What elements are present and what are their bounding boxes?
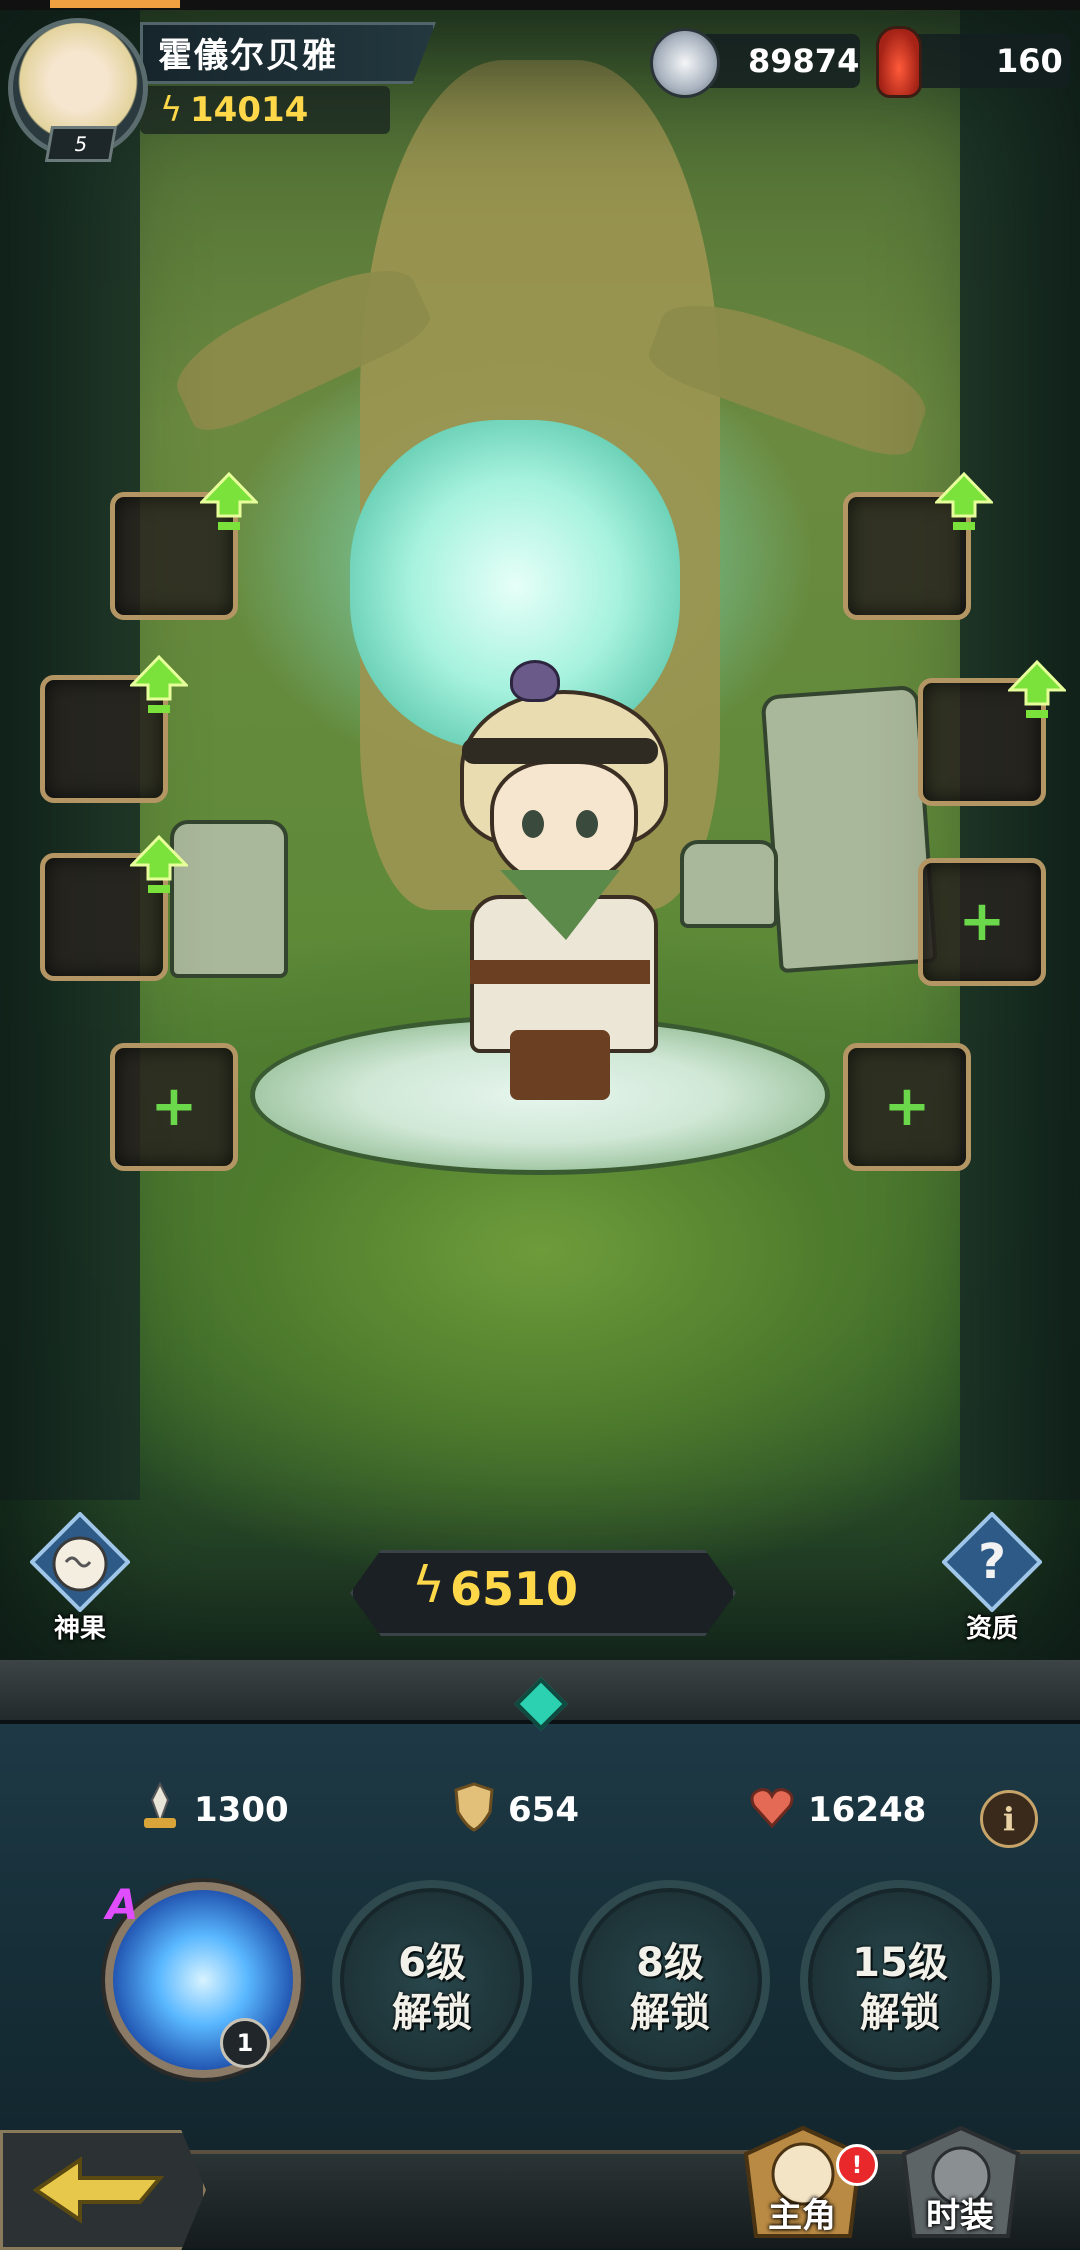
- attack-value: 1300: [194, 1790, 289, 1830]
- hero-notification-badge: !: [836, 2144, 878, 2186]
- aptitude-button[interactable]: ?: [941, 1511, 1043, 1613]
- aptitude-icon: ?: [941, 1511, 1043, 1613]
- player-name: 霍儀尔贝雅: [158, 36, 338, 76]
- unlock-label: 解锁: [392, 1990, 472, 2036]
- hero-headband: [462, 738, 658, 764]
- unlock-label: 解锁: [630, 1990, 710, 2036]
- potion-amount: 160: [996, 42, 1063, 80]
- back-arrow-icon: [32, 2156, 165, 2224]
- hero-power-value: 6510: [450, 1562, 579, 1616]
- add-plus-icon: +: [958, 889, 1006, 954]
- locked-skill-slot-2[interactable]: 8级 解锁: [570, 1880, 770, 2080]
- equip-slot-right-4-empty[interactable]: +: [843, 1043, 971, 1171]
- equip-slot-right-3-empty[interactable]: +: [918, 858, 1046, 986]
- hero-belt: [470, 960, 650, 984]
- silver-coin-icon: [650, 28, 720, 98]
- locked-skill-slot-1[interactable]: 6级 解锁: [332, 1880, 532, 2080]
- attack-icon: [138, 1781, 182, 1832]
- power-bolt-icon: ϟ: [160, 90, 183, 130]
- divine-fruit-icon: [29, 1511, 131, 1613]
- hero-character[interactable]: [440, 660, 680, 1100]
- skill-grade-badge: A: [106, 1880, 139, 1929]
- top-progress-bar: [0, 0, 1080, 10]
- defense-shield-icon: [452, 1782, 496, 1832]
- svg-text:?: ?: [978, 1534, 1006, 1590]
- potion-icon: [876, 26, 922, 98]
- tab-costume-label: 时装: [926, 2196, 994, 2236]
- hp-value: 16248: [808, 1790, 927, 1830]
- upgrade-arrow-icon: [128, 834, 190, 897]
- hp-heart-icon: [750, 1782, 794, 1832]
- divine-fruit-button[interactable]: [29, 1511, 131, 1613]
- player-level-badge: 5: [44, 126, 118, 162]
- silver-amount: 89874: [748, 42, 860, 80]
- hero-eye-right: [576, 810, 598, 838]
- upgrade-arrow-icon: [128, 654, 190, 717]
- hero-face: [490, 760, 638, 888]
- stats-info-button[interactable]: i: [980, 1790, 1038, 1848]
- purple-pet-icon: [510, 660, 560, 702]
- equip-slot-left-4-empty[interactable]: +: [110, 1043, 238, 1171]
- aptitude-label: 资质: [966, 1614, 1019, 1644]
- hero-power-bolt-icon: ϟ: [412, 1556, 445, 1614]
- add-plus-icon: +: [883, 1074, 931, 1139]
- hero-eye-left: [522, 810, 544, 838]
- unlock-label: 解锁: [860, 1990, 940, 2036]
- upgrade-arrow-icon: [933, 471, 995, 534]
- add-plus-icon: +: [150, 1074, 198, 1139]
- hero-boots: [510, 1030, 610, 1100]
- top-progress-fill: [50, 0, 180, 8]
- defense-value: 654: [508, 1790, 579, 1830]
- locked-skill-slot-3[interactable]: 15级 解锁: [800, 1880, 1000, 2080]
- tab-hero-label: 主角: [768, 2196, 836, 2236]
- skill-level-badge: 1: [220, 2018, 270, 2068]
- divine-fruit-label: 神果: [54, 1614, 107, 1644]
- upgrade-arrow-icon: [1006, 659, 1068, 722]
- upgrade-arrow-icon: [198, 471, 260, 534]
- player-power: 14014: [190, 90, 309, 130]
